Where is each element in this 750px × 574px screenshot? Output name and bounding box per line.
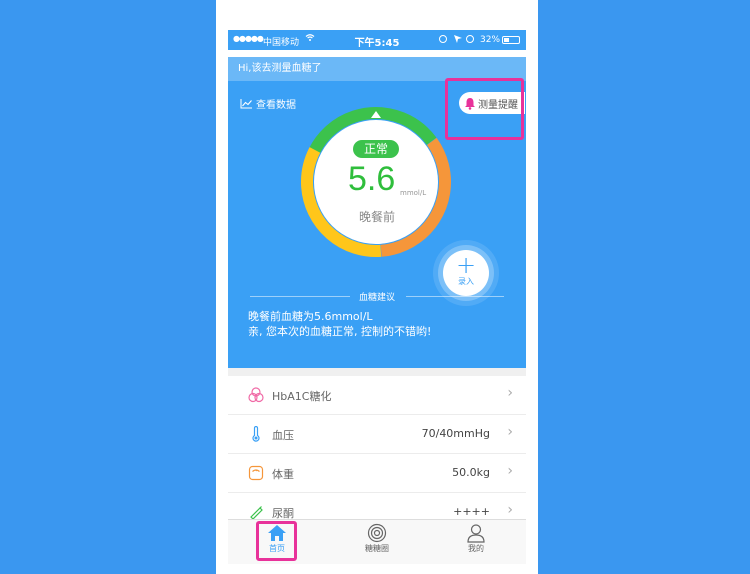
view-data-label: 查看数据 (256, 100, 296, 111)
scale-icon (248, 465, 264, 481)
advice-text-1: 晚餐前血糖为5.6mmol/L (248, 310, 373, 323)
status-bar: ●●●●● 中国移动 下午5:45 32% (228, 30, 526, 50)
list-item-blood-pressure[interactable]: 血压 70/40mmHg › (228, 415, 526, 454)
list-item-value: ++++ (453, 505, 490, 518)
meal-time: 晚餐前 (358, 210, 395, 224)
tab-label: 糖糖圈 (365, 544, 389, 553)
list-item-weight[interactable]: 体重 50.0kg › (228, 454, 526, 493)
chevron-right-icon: › (507, 424, 513, 440)
plus-icon: + (455, 251, 477, 279)
list-item-label: HbA1C糖化 (272, 390, 332, 403)
list-item-value: 50.0kg (452, 466, 490, 479)
thermometer-icon (252, 426, 260, 442)
test-strip-icon (250, 506, 263, 520)
view-data-link[interactable]: 查看数据 (240, 96, 296, 111)
circle-icon (367, 523, 387, 543)
hba1c-icon (248, 387, 264, 403)
advice-title: 血糖建议 (358, 293, 395, 303)
glucose-value: 5.6 (348, 160, 396, 198)
chevron-right-icon: › (507, 385, 513, 401)
status-icons (438, 34, 476, 46)
tab-label: 我的 (468, 544, 484, 553)
highlight-box-reminder (445, 78, 524, 140)
highlight-box-home-tab (256, 521, 297, 561)
battery-percent: 32% (480, 35, 501, 45)
glucose-unit: mmol/L (400, 189, 427, 197)
status-badge: 正常 (353, 140, 399, 158)
chevron-right-icon: › (507, 463, 513, 479)
tab-community[interactable]: 糖糖圈 (347, 523, 407, 554)
section-separator (228, 368, 526, 376)
list-item-label: 血压 (272, 429, 294, 442)
list-item-hba1c[interactable]: HbA1C糖化 › (228, 376, 526, 415)
line-chart-icon (240, 99, 252, 109)
battery-icon (502, 36, 520, 44)
advice-text-2: 亲, 您本次的血糖正常, 控制的不错哟! (248, 325, 432, 338)
add-record-label: 录入 (458, 277, 474, 286)
list-item-label: 体重 (272, 468, 294, 481)
chevron-right-icon: › (507, 502, 513, 518)
list-item-value: 70/40mmHg (421, 427, 490, 440)
tab-profile[interactable]: 我的 (446, 523, 506, 554)
user-icon (467, 524, 485, 543)
